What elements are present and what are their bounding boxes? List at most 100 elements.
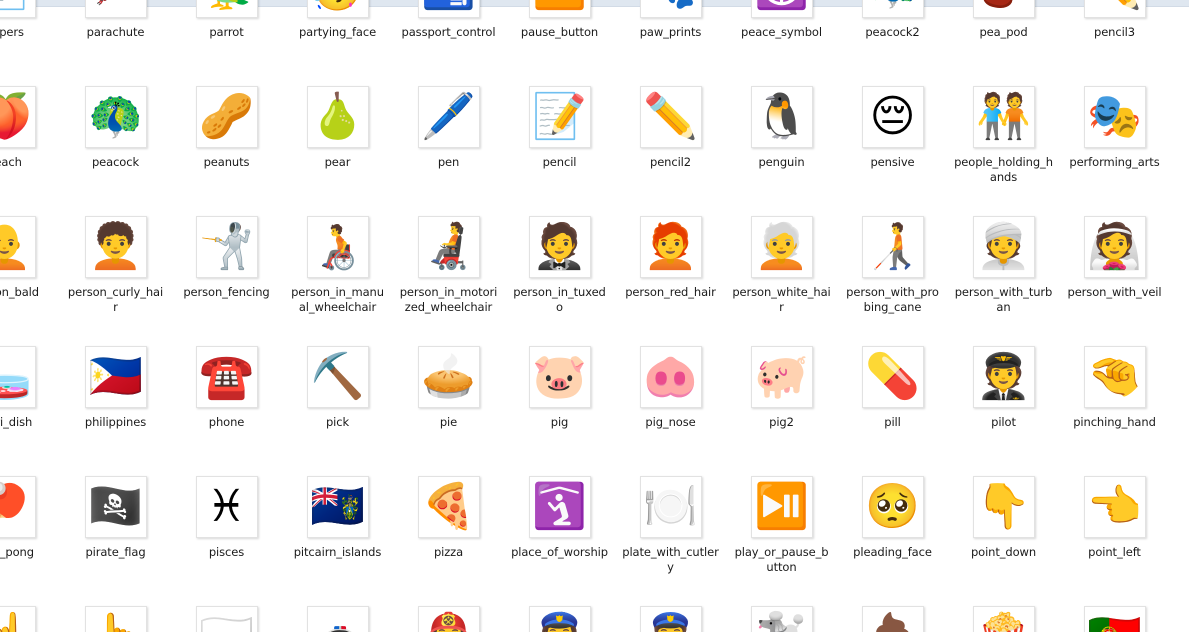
icon-grid-item[interactable]: 🥜 peanuts [171,78,282,208]
icon-grid-item[interactable]: ⏸️ pause_button [504,0,615,78]
person_in_motorized_wheelchair-icon[interactable]: 🧑‍🦼 [417,216,480,278]
icon-grid-item[interactable]: ✏️ pencil3 [1059,0,1170,78]
icon-grid-item[interactable]: ♓ pisces [171,468,282,598]
icon-grid-item[interactable]: 🐖 pig2 [726,338,837,468]
poop-icon[interactable]: 💩 [861,606,924,632]
pencil-icon[interactable]: 📝 [528,86,591,148]
icon-grid-item[interactable]: 🐩poodle [726,598,837,632]
icon-grid-item[interactable]: 🚓police_car [282,598,393,632]
portugal-icon[interactable]: 🇵🇹 [1083,606,1146,632]
icon-grid-item[interactable]: 🇵🇱poland [171,598,282,632]
icon-grid-item[interactable]: 🥧 pie [393,338,504,468]
icon-grid-item[interactable]: 🐷 pig [504,338,615,468]
person_red_hair-icon[interactable]: 🧑‍🦰 [639,216,702,278]
parachute-icon[interactable]: 🪂 [84,0,147,18]
police_officer-icon[interactable]: 🧑‍🚒 [417,606,480,632]
pencil3-icon[interactable]: ✏️ [1083,0,1146,18]
icon-grid-item[interactable]: 🇵🇳 pitcairn_islands [282,468,393,598]
poland-icon[interactable]: 🇵🇱 [195,606,258,632]
icon-grid-item[interactable]: 👰 person_with_veil [1059,208,1170,338]
icon-grid-item[interactable]: 🧫 petri_dish [0,338,60,468]
penguin-icon[interactable]: 🐧 [750,86,813,148]
icon-grid-item[interactable]: 🧑‍🦰 person_red_hair [615,208,726,338]
icon-grid[interactable]: 📄 papers 🪂 parachute 🦜 parrot 🥳 partying_face 🛂 p… [0,0,1189,632]
icon-grid-item[interactable]: 💩poop [837,598,948,632]
icon-grid-item[interactable]: 🧑‍✈️ pilot [948,338,1059,468]
icon-grid-item[interactable]: 💊 pill [837,338,948,468]
person_white_hair-icon[interactable]: 🧑‍🦳 [750,216,813,278]
icon-grid-item[interactable]: 🖊️ pen [393,78,504,208]
parrot-icon[interactable]: 🦜 [195,0,258,18]
icon-grid-item[interactable]: 🇵🇭 philippines [60,338,171,468]
icon-grid-item[interactable]: 👳 person_with_turban [948,208,1059,338]
play_or_pause_button-icon[interactable]: ⏯️ [750,476,813,538]
pilot-icon[interactable]: 🧑‍✈️ [972,346,1035,408]
icon-grid-item[interactable]: 💄perfume [1170,78,1189,208]
icon-grid-item[interactable]: 🧑‍🦱 person_curly_hair [60,208,171,338]
point_down-icon[interactable]: 👇 [972,476,1035,538]
icon-grid-item[interactable]: 🍑 peach [0,78,60,208]
policeman-icon[interactable]: 👮 [528,606,591,632]
icon-grid-item[interactable]: 🐾 paw_prints [615,0,726,78]
pea_pod-icon[interactable]: 🫘 [972,0,1035,18]
pick-icon[interactable]: ⛏️ [306,346,369,408]
pear-icon[interactable]: 🍐 [306,86,369,148]
passport_control-icon[interactable]: 🛂 [417,0,480,18]
pause_button-icon[interactable]: ⏸️ [528,0,591,18]
icon-grid-item[interactable]: 🧑‍🚒police_officer [393,598,504,632]
icon-grid-item[interactable]: 🧑‍🦳 person_white_hair [726,208,837,338]
person_with_turban-icon[interactable]: 👳 [972,216,1035,278]
point_up_2-icon[interactable]: 👆 [84,606,147,632]
pen-icon[interactable]: 🖊️ [417,86,480,148]
icon-grid-item[interactable]: 📝 pencil [504,78,615,208]
person_in_tuxedo-icon[interactable]: 🤵 [528,216,591,278]
icon-grid-item[interactable]: 🍽️ plate_with_cutlery [615,468,726,598]
icon-grid-item[interactable]: 🍕 pizza [393,468,504,598]
icon-grid-item[interactable]: 🐧 penguin [726,78,837,208]
place_of_worship-icon[interactable]: 🛐 [528,476,591,538]
peacock-icon[interactable]: 🦚 [84,86,147,148]
icon-grid-item[interactable]: ☝️point_up [0,598,60,632]
person_with_veil-icon[interactable]: 👰 [1083,216,1146,278]
pig_nose-icon[interactable]: 🐽 [639,346,702,408]
peacock2-icon[interactable]: 🦚 [861,0,924,18]
icon-grid-item[interactable]: 🦚 peacock [60,78,171,208]
person_curly_hair-icon[interactable]: 🧑‍🦱 [84,216,147,278]
icon-grid-item[interactable]: 🛂 passport_control [393,0,504,78]
pizza-icon[interactable]: 🍕 [417,476,480,538]
icon-grid-item[interactable]: 😔 pensive [837,78,948,208]
paw_prints-icon[interactable]: 🐾 [639,0,702,18]
icon-grid-item[interactable]: 👮‍♀️policewoman [615,598,726,632]
police_car-icon[interactable]: 🚓 [306,606,369,632]
icon-grid-item[interactable]: 🫘 pea_pod [948,0,1059,78]
icon-grid-item[interactable]: 🧑‍🦯 person_with_probing_cane [837,208,948,338]
pitcairn_islands-icon[interactable]: 🇵🇳 [306,476,369,538]
icon-grid-item[interactable]: 🇵🇹portugal [1059,598,1170,632]
icon-grid-item[interactable]: 📯postal_horn [1170,598,1189,632]
icon-grid-item[interactable]: 🧫petri_dish2 [1170,208,1189,338]
icon-grid-item[interactable]: 🥳 partying_face [282,0,393,78]
point_left-icon[interactable]: 👈 [1083,476,1146,538]
people_holding_hands-icon[interactable]: 🧑‍🤝‍🧑 [972,86,1035,148]
person_bald-icon[interactable]: 🧑‍🦲 [0,216,36,278]
icon-grid-item[interactable]: 🖊️pen2 [1170,0,1189,78]
icon-grid-item[interactable]: 🧑‍🦼 person_in_motorized_wheelchair [393,208,504,338]
icon-grid-item[interactable]: 🪅pinata [1170,338,1189,468]
icon-grid-item[interactable]: 🥺 pleading_face [837,468,948,598]
icon-grid-item[interactable]: 🧑‍🦲 person_bald [0,208,60,338]
icon-grid-item[interactable]: 🧑‍🤝‍🧑 people_holding_hands [948,78,1059,208]
icon-grid-item[interactable]: 🏴‍☠️ pirate_flag [60,468,171,598]
icon-grid-item[interactable]: 🦚 peacock2 [837,0,948,78]
phone-icon[interactable]: ☎️ [195,346,258,408]
pig2-icon[interactable]: 🐖 [750,346,813,408]
pensive-icon[interactable]: 😔 [861,86,924,148]
policewoman-icon[interactable]: 👮‍♀️ [639,606,702,632]
performing_arts-icon[interactable]: 🎭 [1083,86,1146,148]
popcorn-icon[interactable]: 🍿 [972,606,1035,632]
icon-grid-item[interactable]: ⏯️ play_or_pause_button [726,468,837,598]
peach-icon[interactable]: 🍑 [0,86,36,148]
pie-icon[interactable]: 🥧 [417,346,480,408]
person_in_manual_wheelchair-icon[interactable]: 🧑‍🦽 [306,216,369,278]
icon-grid-item[interactable]: 👆point_up_2 [60,598,171,632]
peace_symbol-icon[interactable]: ☮️ [750,0,813,18]
